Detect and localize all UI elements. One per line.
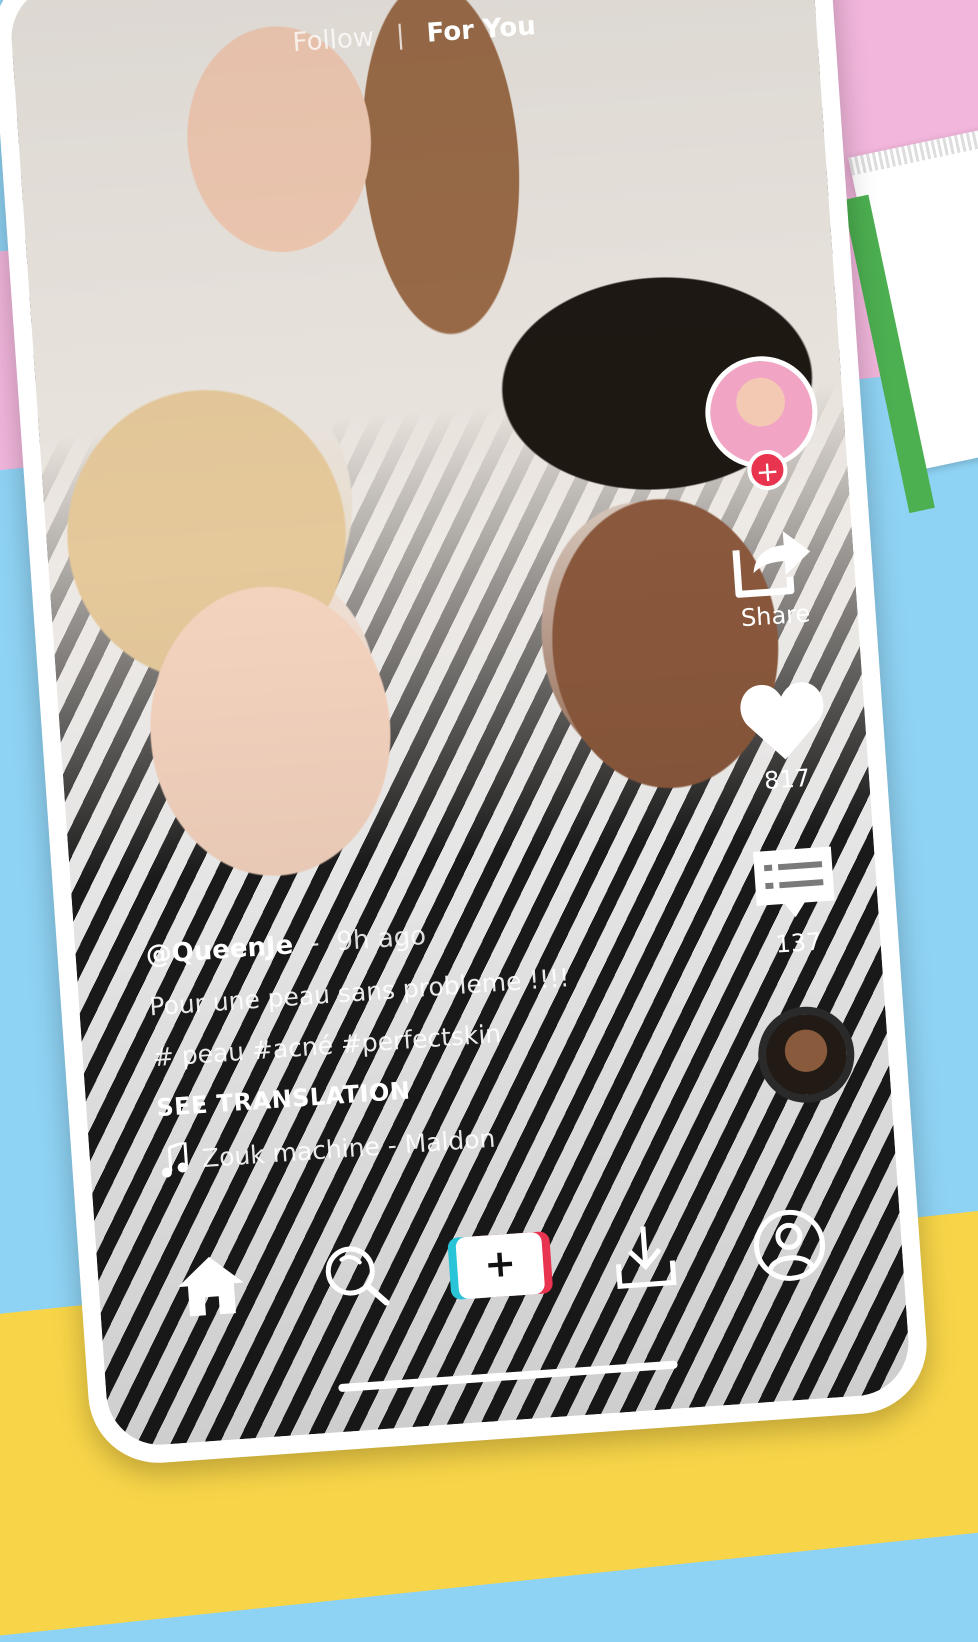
nav-search[interactable] xyxy=(308,1228,404,1324)
tab-follow[interactable]: Follow xyxy=(292,22,375,58)
music-disc[interactable] xyxy=(755,1003,858,1106)
nav-create[interactable]: + xyxy=(447,1218,554,1314)
post-time: 9h ago xyxy=(335,921,428,958)
nav-download[interactable] xyxy=(597,1207,693,1303)
search-icon xyxy=(325,1246,390,1306)
home-icon xyxy=(178,1256,245,1317)
like-action[interactable]: 817 xyxy=(720,677,848,797)
share-action[interactable]: Share xyxy=(709,516,836,634)
heart-icon xyxy=(740,682,824,760)
download-icon xyxy=(615,1226,677,1289)
time-separator: - xyxy=(309,928,321,960)
share-arrow-icon xyxy=(732,531,811,598)
create-button[interactable]: + xyxy=(447,1231,554,1301)
creator-avatar-group: + xyxy=(701,352,822,492)
video-caption: @QueenJe - 9h ago Pour une peau sans pro… xyxy=(145,902,720,1178)
nav-profile[interactable] xyxy=(741,1197,837,1293)
phone-frame: Follow | For You + Share 817 137 @QueenJ… xyxy=(0,0,932,1468)
comment-action[interactable]: 137 xyxy=(732,841,860,961)
comment-bubble-icon xyxy=(753,846,835,918)
video-screen[interactable]: Follow | For You + Share 817 137 @QueenJ… xyxy=(7,0,913,1449)
profile-icon xyxy=(753,1209,825,1281)
nav-home[interactable] xyxy=(163,1238,259,1334)
like-count: 817 xyxy=(763,763,811,795)
comment-count: 137 xyxy=(774,927,823,959)
tab-separator: | xyxy=(394,20,406,51)
share-label: Share xyxy=(740,599,812,633)
plus-icon: + xyxy=(455,1231,546,1300)
music-note-icon xyxy=(161,1142,189,1178)
